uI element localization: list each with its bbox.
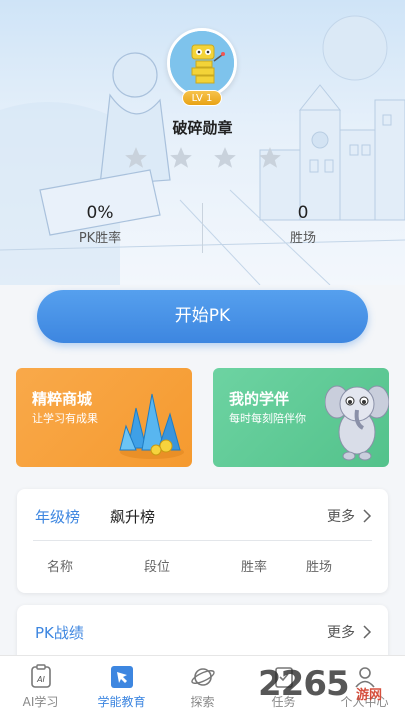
ranking-divider: [33, 540, 372, 541]
profile-header: LV 1 破碎勋章 0% PK胜率 0 胜场: [0, 0, 405, 285]
ai-icon: AI: [30, 664, 51, 688]
tab-grade-ranking[interactable]: 年级榜: [35, 506, 80, 527]
pk-more-label: 更多: [327, 625, 355, 641]
win-rate-value: 0%: [86, 203, 114, 223]
elephant-icon: [325, 385, 389, 461]
star-icon: [259, 147, 281, 168]
wins-value: 0: [297, 203, 309, 223]
task-icon: [274, 667, 293, 688]
column-rank: 段位: [144, 560, 171, 575]
column-win-rate: 胜率: [241, 560, 268, 575]
nav-profile-label: 个人中心: [340, 695, 389, 709]
robot-icon: [170, 31, 234, 95]
ranking-more-label: 更多: [327, 509, 355, 525]
tab-rising-ranking[interactable]: 飙升榜: [110, 506, 155, 527]
level-avatar[interactable]: LV 1: [167, 28, 237, 108]
pk-record-more-link[interactable]: 更多: [327, 622, 372, 642]
nav-explore-label: 探索: [190, 695, 215, 709]
level-badge: LV 1: [182, 90, 222, 106]
bottom-navigation: AI AI学习 学能教育 探索 任务 个人中心: [0, 655, 405, 720]
shop-card-subtitle: 让学习有成果: [32, 412, 98, 425]
robot-mascot: [167, 28, 237, 98]
buddy-card-title: 我的学伴: [229, 390, 290, 408]
star-icon: [169, 147, 192, 168]
study-buddy-card[interactable]: 我的学伴 每时每刻陪伴你: [213, 368, 389, 467]
chevron-right-icon: [363, 509, 372, 523]
nav-ai-learning-label: AI学习: [22, 695, 59, 709]
user-icon: [354, 667, 375, 688]
wins-label: 胜场: [289, 231, 316, 246]
nav-education-label: 学能教育: [97, 695, 146, 709]
star-icon: [214, 147, 237, 168]
ranking-panel: 年级榜 飙升榜 更多 名称 段位 胜率 胜场: [17, 489, 388, 593]
nav-profile[interactable]: 个人中心: [324, 656, 405, 720]
buddy-card-subtitle: 每时每刻陪伴你: [229, 412, 306, 425]
nav-ai-learning[interactable]: AI AI学习: [0, 656, 81, 720]
column-name: 名称: [47, 560, 74, 575]
badge-name: 破碎勋章: [172, 119, 233, 137]
nav-education[interactable]: 学能教育: [81, 656, 162, 720]
cursor-icon: [110, 666, 133, 688]
nav-tasks-label: 任务: [271, 695, 296, 709]
crystal-icon: [119, 393, 184, 459]
win-rate-label: PK胜率: [78, 231, 122, 246]
chevron-right-icon: [363, 625, 372, 639]
shop-card-title: 精粹商城: [32, 390, 93, 408]
start-pk-button[interactable]: 开始PK: [37, 290, 368, 343]
ranking-more-link[interactable]: 更多: [327, 506, 372, 526]
wins-stat: 0 胜场: [203, 203, 403, 246]
star-rating: [123, 145, 283, 171]
shop-card[interactable]: 精粹商城 让学习有成果: [16, 368, 192, 467]
pk-record-title: PK战绩: [35, 624, 84, 642]
planet-icon: [190, 668, 215, 686]
win-rate-stat: 0% PK胜率: [0, 203, 200, 246]
nav-explore[interactable]: 探索: [162, 656, 243, 720]
column-wins: 胜场: [306, 560, 333, 575]
nav-tasks[interactable]: 任务: [243, 656, 324, 720]
star-icon: [125, 147, 147, 168]
svg-text:AI: AI: [36, 675, 45, 684]
